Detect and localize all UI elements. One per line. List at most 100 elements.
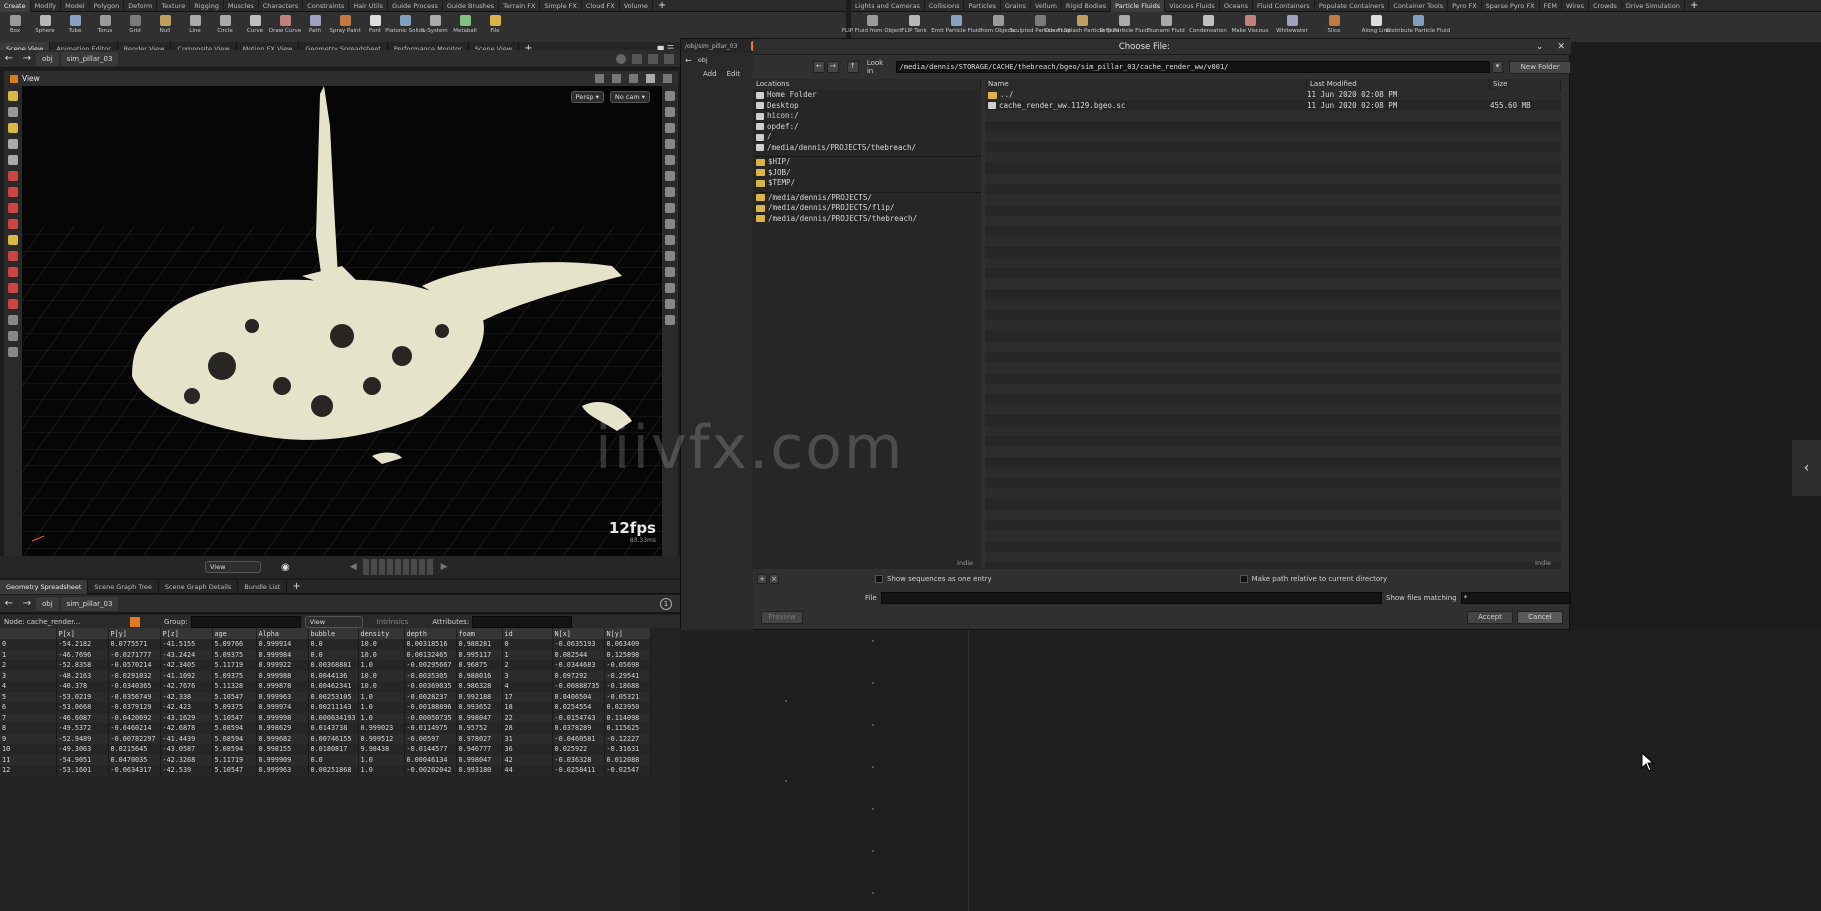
shelf-right-tab[interactable]: Wires xyxy=(1562,0,1590,12)
file-field[interactable] xyxy=(880,592,1383,604)
shelf-left-tool[interactable]: Tube xyxy=(60,12,90,42)
bottom-pane-tab[interactable]: Scene Graph Tree xyxy=(88,579,159,594)
column-header[interactable]: Alpha xyxy=(256,628,309,639)
shelf-left-tool[interactable]: Line xyxy=(180,12,210,42)
snap-grid-icon[interactable] xyxy=(665,283,675,293)
column-header[interactable]: N[x] xyxy=(552,628,605,639)
particles-icon[interactable] xyxy=(665,251,675,261)
snapshot-icon[interactable] xyxy=(648,53,658,64)
shelf-left-tool[interactable]: Draw Curve xyxy=(269,12,301,42)
next-frame-icon[interactable]: ▶ xyxy=(441,562,448,572)
shelf-left-tool[interactable]: Curve xyxy=(240,12,270,42)
look-in-field[interactable]: /media/dennis/STORAGE/CACHE/thebreach/bg… xyxy=(895,61,1490,73)
path-crumb-obj[interactable]: obj xyxy=(36,51,59,66)
safe-area-icon[interactable] xyxy=(665,299,675,309)
column-header[interactable]: N[y] xyxy=(604,628,651,639)
table-row[interactable]: 0 -54.2182 0.0775571 -41.5155 5.09766 0.99991… xyxy=(0,639,651,650)
forward-button[interactable]: → xyxy=(826,61,839,73)
add-menu[interactable]: Add xyxy=(703,70,717,78)
shelf-left-tab[interactable]: Deform xyxy=(124,0,158,12)
column-header[interactable]: foam xyxy=(456,628,503,639)
table-row[interactable]: 12 -53.1601 -0.0634317 -42.539 5.10547 0.9999… xyxy=(0,765,651,776)
shelf-left-tool[interactable]: File xyxy=(480,12,510,42)
shelf-right-tab[interactable]: Grains xyxy=(1001,0,1031,12)
paint-tool-icon[interactable] xyxy=(8,299,18,309)
shelf-left-tool[interactable]: Font xyxy=(360,12,390,42)
net-obj-label[interactable]: obj xyxy=(698,56,708,64)
spreadsheet-view-dropdown[interactable]: View xyxy=(304,616,363,628)
intrinsics-label[interactable]: Intrinsics xyxy=(377,618,409,626)
shelf-left-tab[interactable]: Polygon xyxy=(90,0,125,12)
table-row[interactable]: 4 -40.378 -0.0340365 -42.7676 5.11328 0.99987… xyxy=(0,681,651,692)
location-item[interactable]: hicon:/ xyxy=(753,111,981,122)
shelf-left-tool[interactable]: Path xyxy=(300,12,330,42)
shelf-right-tab[interactable]: Particles xyxy=(964,0,1001,12)
add-location-button[interactable]: + xyxy=(757,574,767,584)
shelf-right-tab[interactable]: Oceans xyxy=(1220,0,1253,12)
bottom-pane-tab[interactable]: Bundle List xyxy=(238,579,288,594)
table-row[interactable]: 10 -49.3063 0.0215645 -43.0587 5.08594 0.9981… xyxy=(0,744,651,755)
pointer-icon[interactable] xyxy=(8,139,18,149)
modified-column-header[interactable]: Last Modified xyxy=(1307,79,1490,90)
shelf-left-tab[interactable]: Hair Utils xyxy=(349,0,389,12)
location-item[interactable]: / xyxy=(753,132,981,143)
location-item[interactable]: /media/dennis/PROJECTS/thebreach/ xyxy=(753,143,981,154)
location-item[interactable]: Home Folder xyxy=(753,90,981,101)
handle-tool-icon[interactable] xyxy=(8,187,18,197)
column-header[interactable]: age xyxy=(212,628,257,639)
background-icon[interactable] xyxy=(665,235,675,245)
table-row[interactable]: 2 -52.8358 -0.0570214 -42.3405 5.11719 0.9999… xyxy=(0,660,651,671)
recent-item[interactable]: /media/dennis/PROJECTS/ xyxy=(753,193,981,204)
wireframe-icon[interactable] xyxy=(665,107,675,117)
variable-item[interactable]: $HIP/ xyxy=(753,157,981,168)
brush-tool-icon[interactable] xyxy=(8,203,18,213)
rotate-tool-icon[interactable] xyxy=(8,123,18,133)
guide-icon[interactable] xyxy=(665,267,675,277)
flipbook-icon[interactable] xyxy=(665,315,675,325)
shelf-left-tool[interactable]: Grid xyxy=(120,12,150,42)
column-header[interactable]: P[x] xyxy=(56,628,109,639)
shelf-right-add-tab-icon[interactable]: + xyxy=(1685,0,1703,11)
recent-item[interactable]: /media/dennis/PROJECTS/thebreach/ xyxy=(753,214,981,225)
bottom-pane-tab[interactable]: Scene Graph Details xyxy=(159,579,239,594)
help-icon[interactable]: 1 xyxy=(660,597,672,610)
shelf-right-tab[interactable]: Collisions xyxy=(925,0,965,12)
magnet-tool-icon[interactable] xyxy=(8,283,18,293)
table-row[interactable]: 5 -53.0219 -0.0356749 -42.338 5.10547 0.99996… xyxy=(0,691,651,702)
back-arrow-icon[interactable]: ← xyxy=(2,52,16,66)
shelf-left-tab[interactable]: Guide Brushes xyxy=(443,0,500,12)
shelf-right-tab[interactable]: Vellum xyxy=(1031,0,1062,12)
lighting-icon[interactable] xyxy=(665,139,675,149)
shelf-left-tab[interactable]: Model xyxy=(61,0,90,12)
shelf-left-tab[interactable]: Texture xyxy=(157,0,191,12)
column-header[interactable] xyxy=(0,628,57,639)
table-row[interactable]: 1 -46.7696 -0.0271777 -43.2424 5.09375 0.9999… xyxy=(0,649,651,660)
globe-tool-icon[interactable] xyxy=(8,315,18,325)
table-row[interactable]: 7 -46.6087 -0.0420692 -43.1629 5.10547 0.9999… xyxy=(0,712,651,723)
new-folder-button[interactable]: New Folder xyxy=(1509,60,1572,74)
shelf-left-tool[interactable]: Metaball xyxy=(450,12,480,42)
bottom-crumb-obj[interactable]: obj xyxy=(36,596,59,611)
column-header[interactable]: bubble xyxy=(308,628,359,639)
light-tool-icon[interactable] xyxy=(8,235,18,245)
table-row[interactable]: 8 -49.5372 -0.0460214 -42.6878 5.08594 0.9986… xyxy=(0,723,651,734)
location-item[interactable]: opdef:/ xyxy=(753,122,981,133)
scene-viewport[interactable]: Persp ▾ No cam ▾ 12fps 83.33ms xyxy=(22,86,662,556)
attributes-field[interactable] xyxy=(472,616,573,628)
shelf-left-tab[interactable]: Create xyxy=(0,0,31,12)
camera-tool-icon[interactable] xyxy=(8,331,18,341)
accept-button[interactable]: Accept xyxy=(1467,610,1513,624)
view-tool-icon[interactable] xyxy=(8,251,18,261)
shelf-left-tab[interactable]: Muscles xyxy=(224,0,259,12)
move-tool-icon[interactable] xyxy=(8,107,18,117)
file-row[interactable]: ../ 11 Jun 2020 02:08 PM xyxy=(985,90,1561,101)
frame-scrubber[interactable] xyxy=(362,559,435,575)
column-header[interactable]: depth xyxy=(404,628,457,639)
shelf-left-tool[interactable]: Circle xyxy=(210,12,240,42)
shelf-left-add-tab-icon[interactable]: + xyxy=(653,0,671,11)
shelf-left-tool[interactable]: Null xyxy=(150,12,180,42)
shelf-left-tool[interactable]: Spray Paint xyxy=(329,12,361,42)
side-collapse-handle[interactable]: ‹ xyxy=(1792,440,1821,496)
forward-arrow-icon[interactable]: → xyxy=(20,52,34,66)
shelf-right-tab[interactable]: Particle Fluids xyxy=(1111,0,1166,12)
